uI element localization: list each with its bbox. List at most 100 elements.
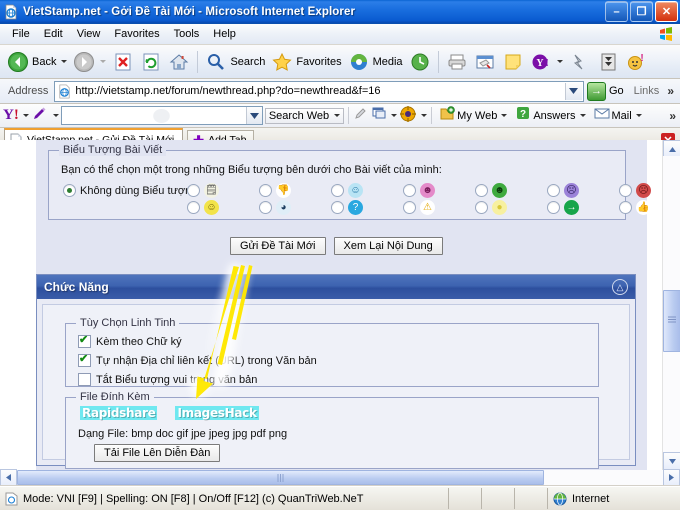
option-row[interactable]: Tắt Biểu tượng vui trong văn bản [78,373,317,386]
notes-button[interactable] [499,49,527,75]
close-button[interactable]: ✕ [655,1,678,22]
smiley-yellow-icon[interactable]: ☺ [204,200,219,215]
history-button[interactable] [406,49,434,75]
edit-button[interactable] [471,49,499,75]
my-web-button[interactable]: My Web [436,105,510,127]
menu-file[interactable]: File [5,26,37,42]
document-icon[interactable]: 🗒 [204,183,219,198]
post-icon-radio[interactable] [259,184,272,197]
yahoo-logo-dropdown-icon[interactable] [22,114,29,117]
post-icon-option[interactable]: 👍 [619,200,651,215]
yahoo-toolbar-button[interactable]: Y ! [527,49,566,75]
antispy-dropdown-icon[interactable] [421,114,428,117]
post-icon-option[interactable]: → [547,200,579,215]
option-checkbox[interactable] [78,373,91,386]
horizontal-scrollbar[interactable] [0,469,680,485]
pencil-icon[interactable] [31,105,49,127]
post-icon-option[interactable]: ⚠ [403,200,435,215]
horizontal-scroll-thumb[interactable] [17,470,544,485]
pencil-dropdown-icon[interactable] [52,114,59,117]
submit-new-thread-button[interactable]: Gửi Đề Tài Mới [230,237,326,255]
post-icon-radio[interactable] [475,201,488,214]
smiley-green-grin-icon[interactable]: ☻ [492,183,507,198]
messenger-button[interactable] [566,49,594,75]
no-icon-option[interactable]: Không dùng Biểu tượng [63,184,197,197]
smiley-pink-icon[interactable]: ☻ [420,183,435,198]
address-dropdown-icon[interactable] [564,82,582,100]
smiley-sunglasses-icon[interactable]: ◕ [276,200,291,215]
post-icon-radio[interactable] [187,201,200,214]
maximize-button[interactable]: ❐ [630,1,653,22]
post-icon-radio[interactable] [331,201,344,214]
post-icon-option[interactable]: ☺ [187,200,219,215]
my-web-dropdown-icon[interactable] [501,114,508,117]
links-label[interactable]: Links [630,85,664,97]
vertical-scroll-thumb[interactable] [663,290,680,352]
post-icon-radio[interactable] [475,184,488,197]
upload-file-button[interactable]: Tải File Lên Diễn Đàn [94,444,221,462]
antispy-icon[interactable] [399,105,417,127]
post-icon-radio[interactable] [403,184,416,197]
smiley-purple-confused-icon[interactable]: ☹ [564,183,579,198]
menu-favorites[interactable]: Favorites [107,26,166,42]
mail-dropdown-icon[interactable] [635,114,642,117]
download-button[interactable] [594,49,622,75]
home-button[interactable] [165,49,193,75]
smiley-button[interactable]: ! [622,49,650,75]
search-web-dropdown-icon[interactable] [334,114,341,117]
stop-button[interactable] [109,49,137,75]
yahoo-logo-icon[interactable]: Y! [3,108,19,123]
post-icon-radio[interactable] [259,201,272,214]
thumbs-down-icon[interactable]: 👎 [276,183,291,198]
post-icon-option[interactable]: ? [331,200,363,215]
highlighter-icon[interactable] [353,105,369,127]
answers-dropdown-icon[interactable] [579,114,586,117]
option-checkbox[interactable] [78,352,91,367]
post-icon-radio[interactable] [331,184,344,197]
address-overflow-chevron-icon[interactable]: » [663,84,678,98]
smiley-cool-blue-icon[interactable]: ☺ [348,183,363,198]
yahoo-search-input[interactable] [60,106,263,125]
scroll-left-button[interactable] [0,469,17,485]
preview-button[interactable]: Xem Lại Nội Dung [333,237,443,255]
popup-blocker-icon[interactable] [371,105,387,127]
menu-tools[interactable]: Tools [167,26,207,42]
imageshack-link[interactable]: ImagesHack [175,406,259,420]
minimize-button[interactable]: – [605,1,628,22]
post-icon-option[interactable]: ☻ [403,183,435,198]
back-button[interactable]: Back [4,49,70,75]
yahoo-dropdown-icon[interactable] [556,60,563,63]
post-icon-radio[interactable] [619,184,632,197]
post-icon-option[interactable]: ☹ [619,183,651,198]
menu-help[interactable]: Help [206,26,243,42]
smiley-red-angry-icon[interactable]: ☹ [636,183,651,198]
menu-edit[interactable]: Edit [37,26,70,42]
post-icon-option[interactable]: ☻ [475,183,507,198]
post-icon-option[interactable]: ☺ [331,183,363,198]
favorites-button[interactable]: Favorites [268,49,344,75]
post-icon-radio[interactable] [547,184,560,197]
post-icon-option[interactable]: 🗒 [187,183,219,198]
option-row[interactable]: Tự nhận Địa chỉ liên kết (URL) trong Văn… [78,352,317,367]
yahoo-overflow-chevron-icon[interactable]: » [665,109,680,123]
warning-triangle-icon[interactable]: ⚠ [420,200,435,215]
popup-blocker-dropdown-icon[interactable] [391,114,398,117]
post-icon-radio[interactable] [187,184,200,197]
refresh-button[interactable] [137,49,165,75]
back-dropdown-icon[interactable] [61,60,68,63]
option-row[interactable]: Kèm theo Chữ ký [78,333,317,348]
mail-button[interactable]: Mail [591,105,645,127]
collapse-icon[interactable]: △ [612,279,628,295]
search-web-button[interactable]: Search Web [264,107,345,124]
yahoo-search-dropdown-icon[interactable] [246,107,262,124]
option-checkbox[interactable] [78,333,91,348]
search-button[interactable]: Search [202,49,268,75]
media-button[interactable]: Media [345,49,406,75]
arrow-right-green-icon[interactable]: → [564,200,579,215]
vertical-scrollbar[interactable] [662,140,680,470]
forward-button[interactable] [70,49,109,75]
go-button[interactable]: → Go [584,81,630,101]
post-icon-radio[interactable] [619,201,632,214]
lightbulb-icon[interactable]: ● [492,200,507,215]
horizontal-scroll-track[interactable] [17,470,663,485]
